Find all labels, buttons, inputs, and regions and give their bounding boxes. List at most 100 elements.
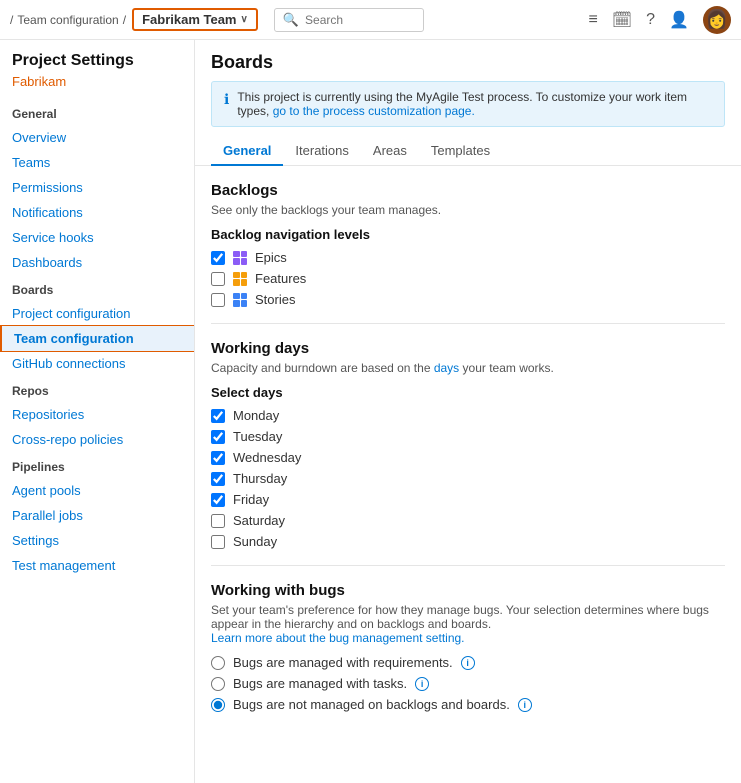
friday-label: Friday — [233, 492, 269, 507]
tab-iterations[interactable]: Iterations — [283, 137, 360, 166]
sidebar-item-parallel-jobs[interactable]: Parallel jobs — [0, 503, 194, 528]
divider-2 — [211, 565, 725, 566]
bugs-option-tasks: Bugs are managed with tasks. i — [211, 676, 725, 691]
radio-bugs-tasks[interactable] — [211, 677, 225, 691]
sidebar-project[interactable]: Fabrikam — [0, 74, 194, 99]
bugs-title: Working with bugs — [211, 582, 725, 599]
sidebar-item-overview[interactable]: Overview — [0, 125, 194, 150]
sidebar-item-teams[interactable]: Teams — [0, 150, 194, 175]
stories-label: Stories — [255, 292, 295, 307]
sidebar-item-agent-pools[interactable]: Agent pools — [0, 478, 194, 503]
breadcrumb-sep: / — [10, 13, 13, 27]
process-customization-link[interactable]: go to the process customization page. — [273, 104, 475, 118]
boards-header: Boards ℹ This project is currently using… — [195, 40, 741, 127]
working-days-title: Working days — [211, 340, 725, 357]
day-thursday: Thursday — [211, 471, 725, 486]
working-days-section: Working days Capacity and burndown are b… — [211, 340, 725, 549]
info-banner: ℹ This project is currently using the My… — [211, 81, 725, 127]
team-selector[interactable]: Fabrikam Team ∨ — [132, 8, 258, 31]
nav-icons: ≡ 🗓 ? 👤 👩 — [589, 6, 731, 34]
sidebar-item-settings[interactable]: Settings — [0, 528, 194, 553]
backlog-item-features: Features — [211, 271, 725, 286]
checkbox-features[interactable] — [211, 272, 225, 286]
main-layout: Project Settings Fabrikam General Overvi… — [0, 40, 741, 783]
thursday-label: Thursday — [233, 471, 287, 486]
divider-1 — [211, 323, 725, 324]
breadcrumb-team-config[interactable]: Team configuration — [17, 13, 118, 27]
checkbox-saturday[interactable] — [211, 514, 225, 528]
bugs-option-requirements: Bugs are managed with requirements. i — [211, 655, 725, 670]
epics-icon — [233, 251, 247, 265]
wednesday-label: Wednesday — [233, 450, 301, 465]
checkbox-stories[interactable] — [211, 293, 225, 307]
breadcrumb: / Team configuration / — [10, 13, 126, 27]
avatar[interactable]: 👩 — [703, 6, 731, 34]
radio-bugs-requirements[interactable] — [211, 656, 225, 670]
tab-general[interactable]: General — [211, 137, 283, 166]
day-friday: Friday — [211, 492, 725, 507]
tabs: General Iterations Areas Templates — [195, 137, 741, 166]
info-not-managed-icon[interactable]: i — [518, 698, 532, 712]
backlog-item-epics: Epics — [211, 250, 725, 265]
main-content: Boards ℹ This project is currently using… — [195, 40, 741, 783]
search-icon: 🔍 — [283, 12, 299, 28]
sidebar-item-repositories[interactable]: Repositories — [0, 402, 194, 427]
backlog-item-stories: Stories — [211, 292, 725, 307]
sidebar-item-team-configuration[interactable]: Team configuration — [0, 326, 194, 351]
bugs-desc: Set your team's preference for how they … — [211, 603, 725, 645]
day-saturday: Saturday — [211, 513, 725, 528]
features-icon — [233, 272, 247, 286]
checkbox-tuesday[interactable] — [211, 430, 225, 444]
checkbox-epics[interactable] — [211, 251, 225, 265]
stories-icon — [233, 293, 247, 307]
checkbox-sunday[interactable] — [211, 535, 225, 549]
search-box[interactable]: 🔍 — [274, 8, 424, 32]
search-input[interactable] — [305, 13, 415, 27]
sidebar-item-cross-repo-policies[interactable]: Cross-repo policies — [0, 427, 194, 452]
info-icon: ℹ — [224, 91, 229, 108]
sidebar-section-repos: Repos — [0, 376, 194, 402]
checkbox-friday[interactable] — [211, 493, 225, 507]
sidebar-item-notifications[interactable]: Notifications — [0, 200, 194, 225]
select-days-title: Select days — [211, 385, 725, 400]
tab-areas[interactable]: Areas — [361, 137, 419, 166]
sidebar-item-dashboards[interactable]: Dashboards — [0, 250, 194, 275]
sidebar-item-service-hooks[interactable]: Service hooks — [0, 225, 194, 250]
sidebar-title: Project Settings — [0, 52, 194, 74]
epics-label: Epics — [255, 250, 287, 265]
radio-bugs-not-managed[interactable] — [211, 698, 225, 712]
sidebar-item-project-configuration[interactable]: Project configuration — [0, 301, 194, 326]
bugs-not-managed-label: Bugs are not managed on backlogs and boa… — [233, 697, 510, 712]
features-label: Features — [255, 271, 306, 286]
backlogs-desc: See only the backlogs your team manages. — [211, 203, 725, 217]
days-link[interactable]: days — [434, 361, 459, 375]
calendar-icon[interactable]: 🗓 — [612, 10, 632, 30]
info-requirements-icon[interactable]: i — [461, 656, 475, 670]
day-wednesday: Wednesday — [211, 450, 725, 465]
person-icon[interactable]: 👤 — [669, 10, 689, 30]
bugs-tasks-label: Bugs are managed with tasks. — [233, 676, 407, 691]
chevron-down-icon: ∨ — [241, 14, 248, 25]
checkbox-monday[interactable] — [211, 409, 225, 423]
checkbox-thursday[interactable] — [211, 472, 225, 486]
sidebar-item-test-management[interactable]: Test management — [0, 553, 194, 578]
team-name: Fabrikam Team — [142, 12, 236, 27]
sidebar-section-boards: Boards — [0, 275, 194, 301]
working-days-desc: Capacity and burndown are based on the d… — [211, 361, 725, 375]
sidebar-item-github-connections[interactable]: GitHub connections — [0, 351, 194, 376]
tuesday-label: Tuesday — [233, 429, 282, 444]
list-icon[interactable]: ≡ — [589, 11, 598, 29]
saturday-label: Saturday — [233, 513, 285, 528]
info-banner-text: This project is currently using the MyAg… — [237, 90, 712, 118]
day-sunday: Sunday — [211, 534, 725, 549]
sidebar-item-permissions[interactable]: Permissions — [0, 175, 194, 200]
tab-templates[interactable]: Templates — [419, 137, 502, 166]
bugs-requirements-label: Bugs are managed with requirements. — [233, 655, 453, 670]
help-icon[interactable]: ? — [646, 11, 655, 29]
backlog-nav-levels-title: Backlog navigation levels — [211, 227, 725, 242]
learn-more-link[interactable]: Learn more about the bug management sett… — [211, 631, 465, 645]
checkbox-wednesday[interactable] — [211, 451, 225, 465]
day-monday: Monday — [211, 408, 725, 423]
info-tasks-icon[interactable]: i — [415, 677, 429, 691]
boards-title: Boards — [211, 52, 725, 73]
